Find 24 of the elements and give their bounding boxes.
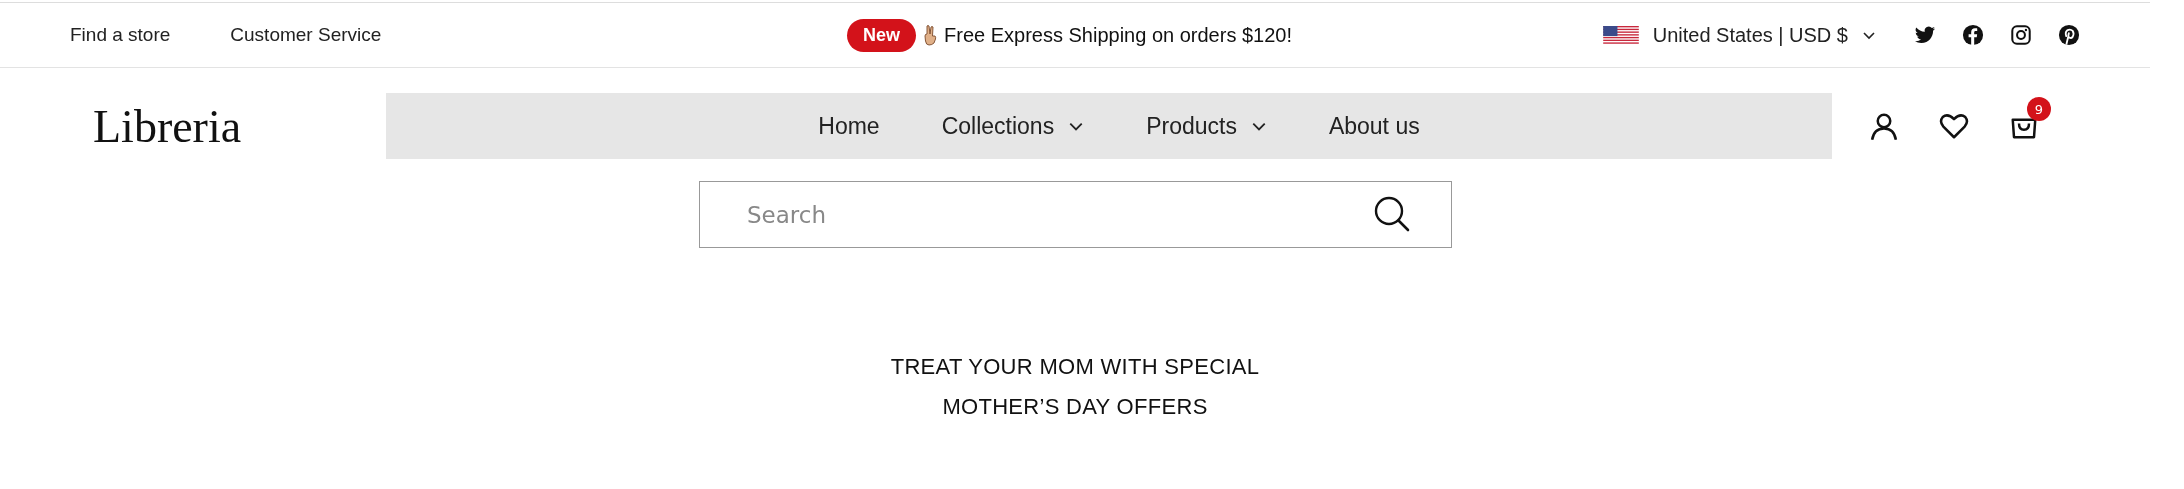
nav-link[interactable]: Home (818, 112, 880, 140)
hand-icon (922, 24, 938, 46)
chevron-down-icon (1862, 29, 1876, 41)
cart-count-badge: 9 (2027, 97, 2051, 121)
promo-text: Free Express Shipping on orders $120! (944, 23, 1292, 47)
top-link[interactable]: Find a store (70, 24, 171, 46)
search-field[interactable]: Search (699, 181, 1452, 248)
nav-link[interactable]: Collections (941, 112, 1085, 140)
nav-link[interactable]: About us (1328, 112, 1420, 140)
nav-link[interactable]: Products (1146, 112, 1267, 140)
new-badge: New (847, 18, 916, 52)
headline-text: TREAT YOUR MOM WITH SPECIAL (890, 354, 1260, 380)
heart-icon[interactable] (1939, 111, 1969, 141)
locale-selector[interactable]: United States | USD $ (1602, 23, 1876, 47)
search-icon[interactable] (1372, 194, 1412, 234)
logo[interactable]: Libreria (93, 99, 242, 153)
headline-text: MOTHER’S DAY OFFERS (942, 394, 1208, 420)
twitter-icon[interactable] (1914, 24, 1936, 46)
instagram-icon[interactable] (2010, 24, 2032, 46)
flag-icon (1602, 25, 1639, 45)
facebook-icon[interactable] (1962, 24, 1984, 46)
top-link[interactable]: Customer Service (230, 24, 382, 46)
user-icon[interactable] (1869, 111, 1899, 141)
pinterest-icon[interactable] (2058, 24, 2080, 46)
